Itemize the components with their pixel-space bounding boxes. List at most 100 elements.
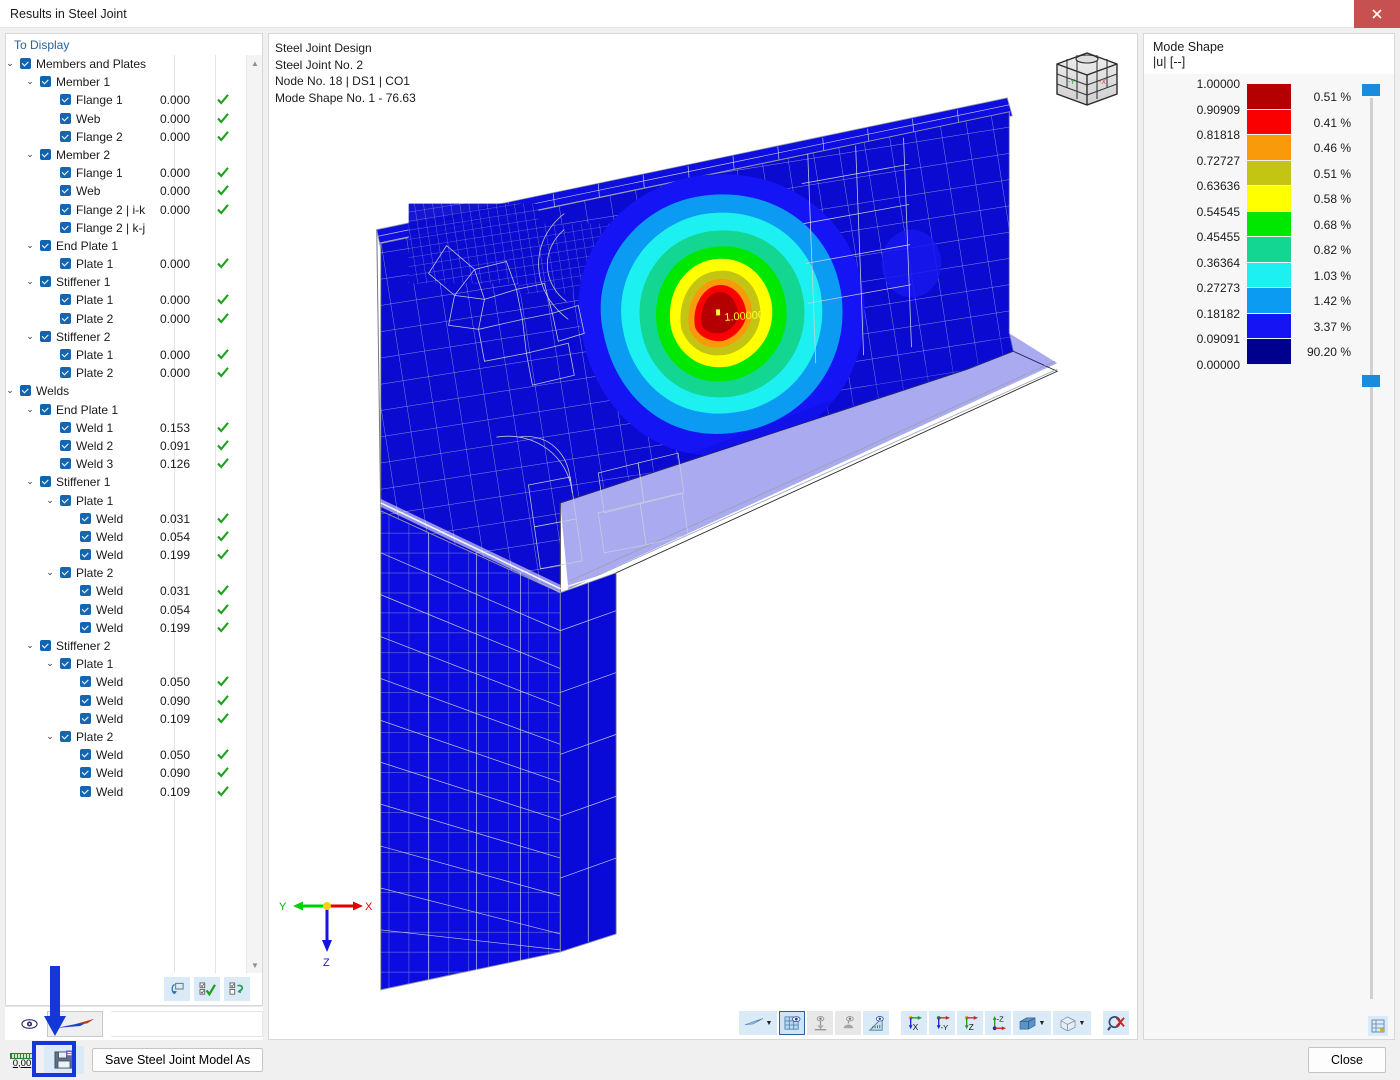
tree-row[interactable]: ⌄ End Plate 1 [6, 237, 246, 255]
chevron-down-icon[interactable]: ⌄ [24, 404, 36, 415]
isometric-view-button[interactable]: ▼ [1053, 1011, 1091, 1035]
tree-row[interactable]: Flange 2 | k-j [6, 219, 246, 237]
tree-row[interactable]: Weld 0.054 [6, 528, 246, 546]
view-in-x-button[interactable]: X [901, 1011, 927, 1035]
tree-checkbox[interactable] [60, 458, 71, 470]
show-supports-button[interactable] [807, 1011, 833, 1035]
section-view-button[interactable]: ▼ [1013, 1011, 1051, 1035]
slider-handle-top[interactable] [1362, 84, 1380, 96]
tree-checkbox[interactable] [60, 167, 71, 179]
reset-zoom-button[interactable] [1103, 1011, 1129, 1035]
tree-row[interactable]: ⌄ Stiffener 1 [6, 473, 246, 491]
tree-row[interactable]: ⌄ Plate 1 [6, 492, 246, 510]
tree-checkbox[interactable] [60, 349, 71, 360]
tree-checkbox[interactable] [80, 603, 91, 615]
window-close-button[interactable] [1354, 0, 1400, 28]
tree-row[interactable]: Web 0.000 [6, 110, 246, 128]
chevron-down-icon[interactable]: ⌄ [44, 495, 56, 506]
tree-row[interactable]: Weld 2 0.091 [6, 437, 246, 455]
tree-row[interactable]: Weld 0.199 [6, 546, 246, 564]
tree-row[interactable]: Flange 2 0.000 [6, 128, 246, 146]
tree-vertical-scrollbar[interactable]: ▲ ▼ [246, 55, 262, 973]
invert-selection-button[interactable] [224, 977, 250, 1001]
tree-row[interactable]: ⌄ Member 1 [6, 73, 246, 91]
tree-checkbox[interactable] [60, 130, 71, 142]
tree-row[interactable]: ⌄ Stiffener 1 [6, 273, 246, 291]
tree-row[interactable]: Weld 0.050 [6, 746, 246, 764]
tree-checkbox[interactable] [40, 148, 51, 160]
tree-checkbox[interactable] [60, 421, 71, 433]
tree-checkbox[interactable] [40, 403, 51, 415]
tree-checkbox[interactable] [60, 312, 71, 324]
tree-checkbox[interactable] [40, 476, 51, 488]
save-joint-model-button[interactable] [44, 1046, 84, 1074]
scroll-up-icon[interactable]: ▲ [247, 55, 262, 71]
tree-checkbox[interactable] [60, 567, 71, 579]
chevron-down-icon[interactable]: ⌄ [24, 276, 36, 287]
tree-row[interactable]: Plate 1 0.000 [6, 346, 246, 364]
chevron-down-icon[interactable]: ⌄ [24, 240, 36, 251]
tree-checkbox[interactable] [60, 294, 71, 306]
tree-checkbox[interactable] [80, 530, 91, 542]
tree-row[interactable]: Weld 0.090 [6, 764, 246, 782]
tree-checkbox[interactable] [80, 694, 91, 706]
view-in-minus-y-button[interactable]: -Y [929, 1011, 955, 1035]
visibility-eye-icon[interactable] [19, 1014, 39, 1034]
tree-checkbox[interactable] [40, 276, 51, 288]
navigation-cube[interactable]: -Y -X [1051, 51, 1123, 110]
tree-row[interactable]: ⌄ Stiffener 2 [6, 637, 246, 655]
legend-settings-button[interactable] [1368, 1016, 1388, 1036]
tree-row[interactable]: Plate 2 0.000 [6, 310, 246, 328]
tree-checkbox[interactable] [80, 676, 91, 688]
tree-checkbox[interactable] [80, 549, 91, 561]
tree-row[interactable]: Web 0.000 [6, 182, 246, 200]
tree-row[interactable]: ⌄ End Plate 1 [6, 401, 246, 419]
tree-row[interactable]: Weld 0.031 [6, 510, 246, 528]
close-dialog-button[interactable]: Close [1308, 1047, 1386, 1073]
tree-checkbox[interactable] [60, 494, 71, 506]
tree-checkbox[interactable] [80, 621, 91, 633]
steel-joint-model[interactable]: 1.00000 [269, 34, 1137, 1022]
tree-row[interactable]: Weld 0.031 [6, 582, 246, 600]
tree-row[interactable]: ⌄ Stiffener 2 [6, 328, 246, 346]
legend-range-slider[interactable] [1362, 84, 1380, 1013]
slider-handle-bottom[interactable] [1362, 374, 1380, 387]
reset-view-icon-button[interactable] [164, 977, 190, 1001]
tree-checkbox[interactable] [60, 94, 71, 106]
tree-checkbox[interactable] [60, 203, 71, 215]
tree-checkbox[interactable] [40, 239, 51, 251]
tree-row[interactable]: ⌄ Members and Plates [6, 55, 246, 73]
results-tree[interactable]: ⌄ Members and Plates ⌄ Member 1 Flange 1 0.00… [6, 55, 246, 801]
tree-row[interactable]: Weld 0.090 [6, 692, 246, 710]
tree-row[interactable]: ⌄ Member 2 [6, 146, 246, 164]
tree-checkbox[interactable] [60, 258, 71, 270]
tree-row[interactable]: ⌄ Plate 2 [6, 728, 246, 746]
tree-checkbox[interactable] [80, 785, 91, 797]
chevron-down-icon[interactable]: ⌄ [44, 567, 56, 578]
tree-checkbox[interactable] [80, 749, 91, 761]
tree-row[interactable]: Weld 0.054 [6, 601, 246, 619]
tree-checkbox[interactable] [80, 585, 91, 597]
tree-checkbox[interactable] [60, 185, 71, 197]
chevron-down-icon[interactable]: ⌄ [6, 58, 16, 69]
tree-checkbox[interactable] [20, 385, 31, 397]
chevron-down-icon[interactable]: ⌄ [24, 331, 36, 342]
tree-checkbox[interactable] [60, 658, 71, 670]
view-in-z-button[interactable]: Z [957, 1011, 983, 1035]
scale-ruler-indicator[interactable]: 0,00 [8, 1050, 36, 1070]
chevron-down-icon[interactable]: ⌄ [44, 658, 56, 669]
tree-row[interactable]: Weld 0.050 [6, 673, 246, 691]
chevron-down-icon[interactable]: ⌄ [6, 385, 16, 396]
tree-row[interactable]: ⌄ Welds [6, 382, 246, 400]
show-dimensions-button[interactable] [863, 1011, 889, 1035]
tree-row[interactable]: Weld 0.199 [6, 619, 246, 637]
chevron-down-icon[interactable]: ⌄ [24, 149, 36, 160]
tree-row[interactable]: Plate 1 0.000 [6, 255, 246, 273]
tree-row[interactable]: Flange 2 | i-k 0.000 [6, 201, 246, 219]
tree-row[interactable]: Plate 2 0.000 [6, 364, 246, 382]
tree-checkbox[interactable] [80, 767, 91, 779]
tree-row[interactable]: Flange 1 0.000 [6, 164, 246, 182]
tree-checkbox[interactable] [40, 76, 51, 88]
tree-checkbox[interactable] [60, 112, 71, 124]
tree-row[interactable]: Flange 1 0.000 [6, 91, 246, 109]
